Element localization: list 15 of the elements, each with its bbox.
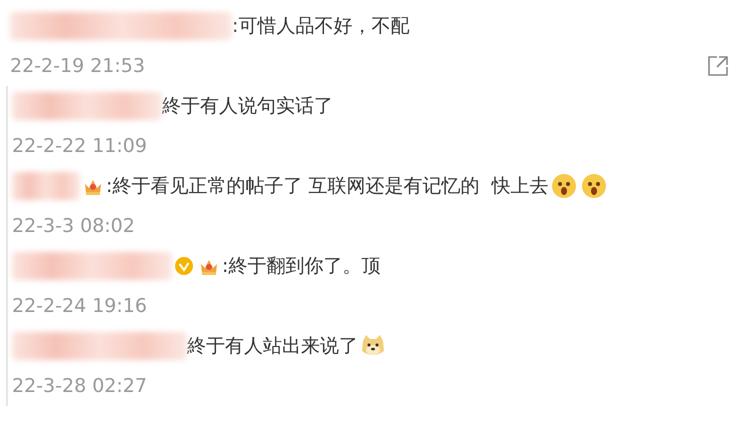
comment-text: :可惜人品不好，不配: [232, 14, 410, 39]
share-icon[interactable]: [706, 54, 730, 78]
blurred-username: [12, 172, 80, 200]
comment-text: :終于翻到你了。顶: [222, 254, 380, 279]
comment-time: 22-2-24 19:16: [12, 294, 147, 319]
comment-time: 22-3-28 02:27: [12, 374, 147, 399]
comment-text: 終于有人站出来说了: [187, 334, 358, 359]
shocked-face-icon: [580, 173, 607, 199]
comment-time: 22-2-22 11:09: [12, 134, 147, 159]
shocked-face-icon: [550, 173, 577, 199]
comment-text: 終于有人说句实话了: [162, 94, 333, 119]
comment-text: :終于看见正常的帖子了 互联网还是有记忆的 快上去: [106, 174, 549, 199]
comment-time: 22-2-19 21:53: [10, 54, 145, 79]
verified-icon: [174, 256, 194, 276]
comment-time: 22-3-3 08:02: [12, 214, 135, 239]
